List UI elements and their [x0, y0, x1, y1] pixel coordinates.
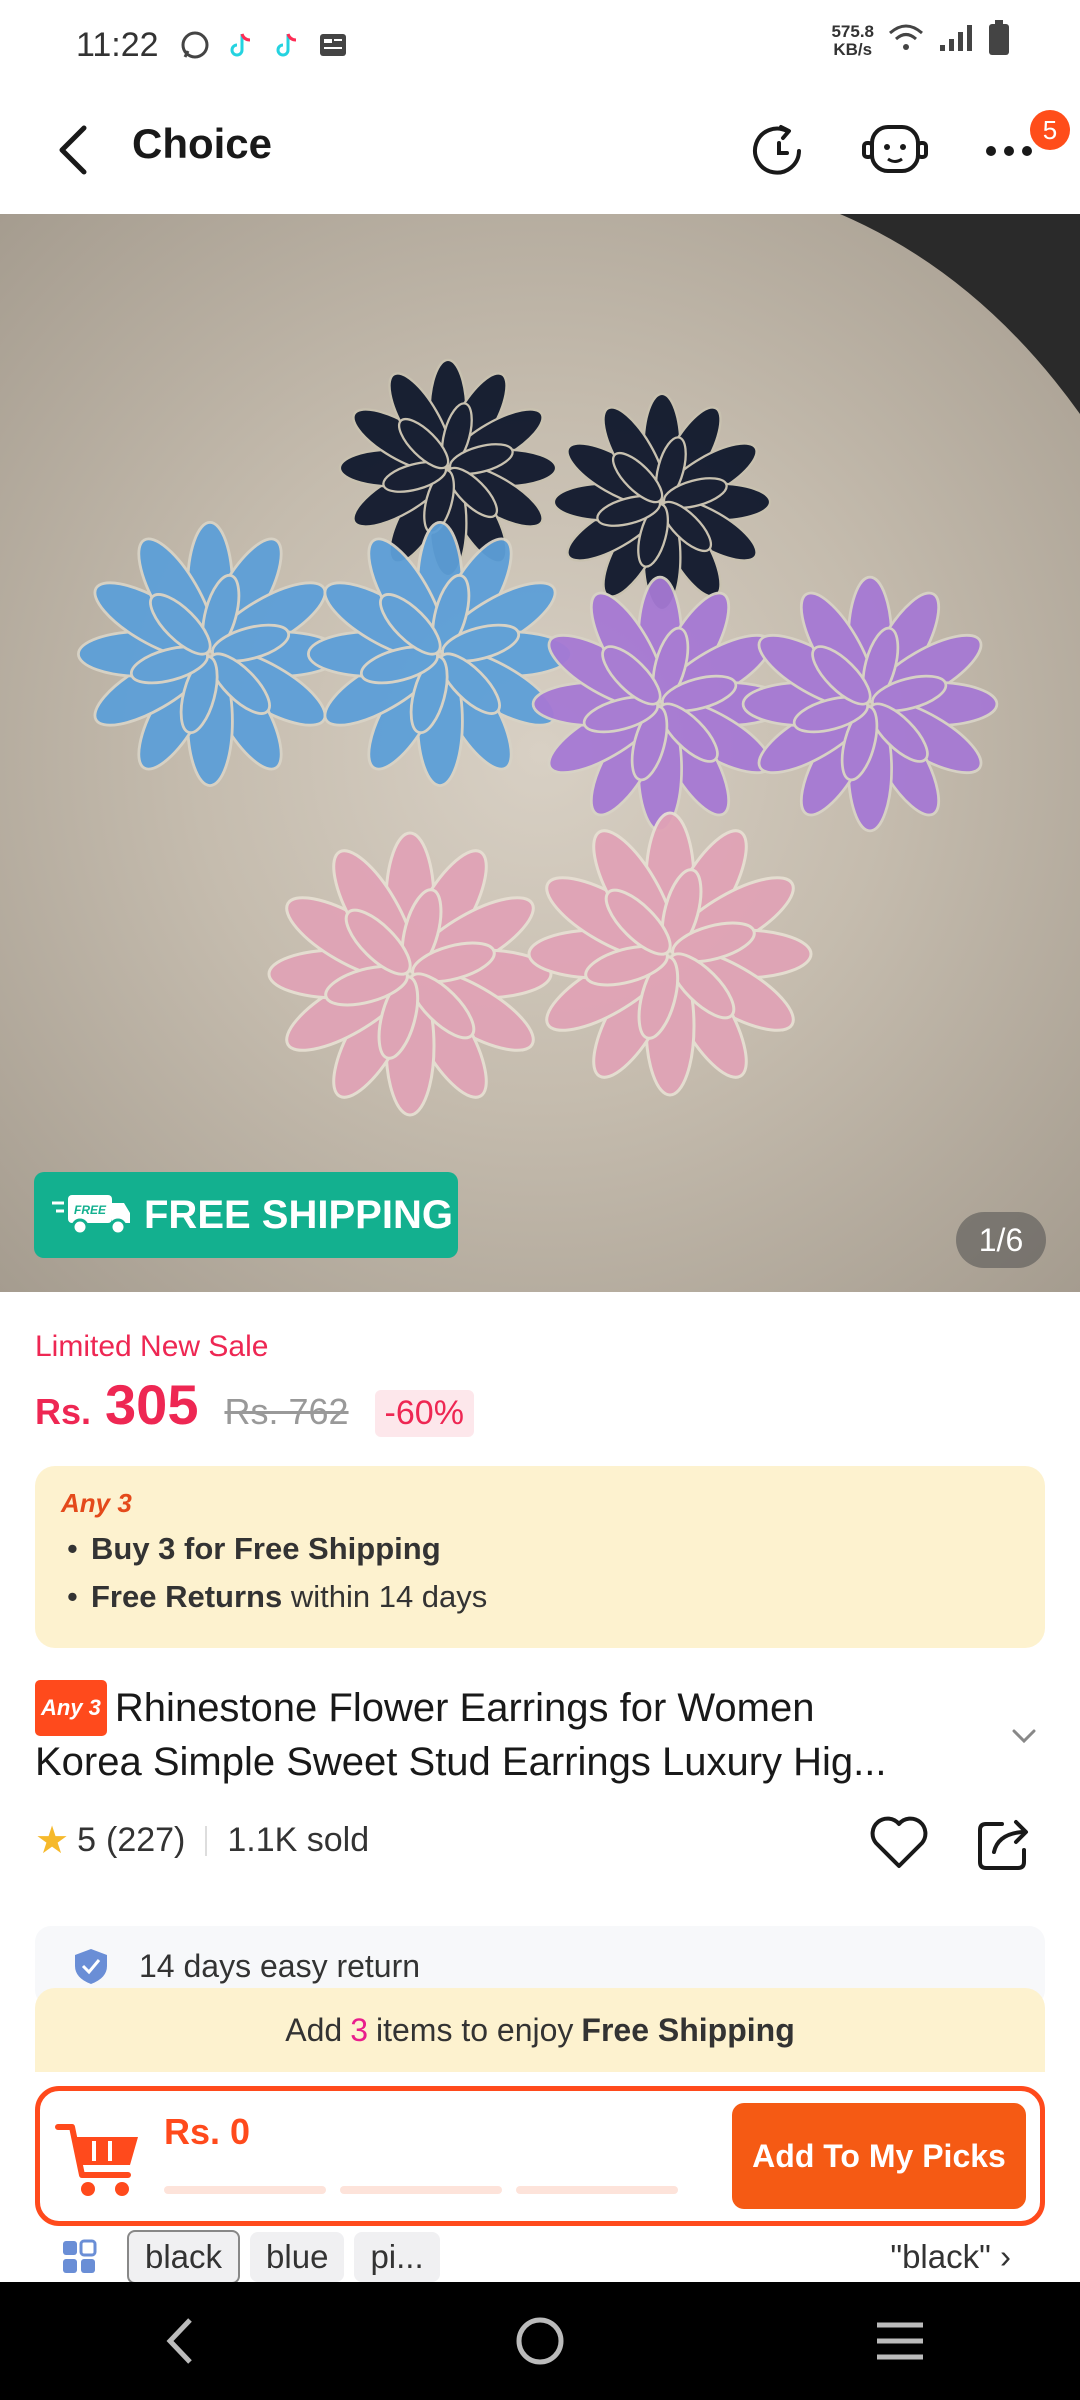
selected-sku[interactable]: "black" › — [890, 2238, 1011, 2276]
whatsapp-icon — [179, 29, 211, 61]
wifi-icon — [888, 23, 924, 58]
chevron-left-icon — [59, 125, 87, 175]
sku-chip-black[interactable]: black — [127, 2230, 241, 2284]
image-counter: 1/6 — [956, 1212, 1046, 1268]
shopping-cart-icon — [55, 2124, 138, 2196]
rating-score: 5 — [77, 1821, 96, 1859]
progress-segment — [164, 2186, 326, 2194]
home-circle-icon — [516, 2317, 564, 2365]
system-home-button[interactable] — [500, 2301, 580, 2381]
sale-label: Limited New Sale — [35, 1330, 269, 1363]
menu-lines-icon — [877, 2322, 923, 2360]
history-icon — [753, 125, 801, 175]
system-back-button[interactable] — [140, 2301, 220, 2381]
status-time: 11:22 — [76, 25, 159, 64]
tiktok-icon — [271, 29, 303, 61]
cart-amount: Rs. 0 — [164, 2111, 251, 2152]
banner-item-count: 3 — [350, 2011, 368, 2048]
heart-icon — [870, 1816, 928, 1868]
free-truck-text: FREE — [74, 1203, 107, 1217]
easy-return-text: 14 days easy return — [139, 1947, 421, 1984]
product-photo — [77, 214, 1080, 1117]
promo-line-shipping: Buy 3 for Free Shipping — [61, 1531, 1019, 1567]
progress-segment — [516, 2186, 678, 2194]
network-speed-unit: KB/s — [833, 39, 873, 59]
network-speed: 575.8 KB/s — [831, 21, 874, 59]
back-button[interactable] — [44, 120, 104, 180]
discount-badge: -60% — [374, 1390, 474, 1437]
free-shipping-banner: Add 3 items to enjoy Free Shipping — [35, 1988, 1045, 2072]
page-title: Choice — [132, 120, 273, 167]
sold-count: 1.1K sold — [227, 1821, 370, 1859]
current-price: 305 — [105, 1373, 199, 1436]
price-row: Rs. 305 Rs. 762 -60% — [35, 1372, 474, 1437]
notification-badge: 5 — [1030, 110, 1070, 150]
system-indicators: 575.8 KB/s — [831, 20, 1010, 61]
status-bar: 11:22 575.8 KB/s — [0, 0, 1080, 90]
sku-selector[interactable]: black blue pi... "black" › — [35, 2226, 1045, 2288]
shield-check-icon — [75, 1949, 107, 1984]
any-tag: Any 3 — [35, 1680, 107, 1736]
history-button[interactable] — [744, 116, 814, 186]
product-title-line2: Korea Simple Sweet Stud Earrings Luxury … — [35, 1740, 887, 1784]
selected-sku-value: "black" — [890, 2238, 991, 2275]
promotion-box[interactable]: Any 3 Buy 3 for Free Shipping Free Retur… — [35, 1466, 1045, 1648]
progress-segment — [340, 2186, 502, 2194]
product-title[interactable]: Any 3 Rhinestone Flower Earrings for Wome… — [35, 1680, 995, 1788]
banner-bold-text: Free Shipping — [581, 2011, 795, 2048]
more-icon — [986, 146, 1032, 156]
back-arrow-icon — [166, 2318, 192, 2364]
free-shipping-label: FREE SHIPPING — [144, 1192, 453, 1237]
promo-shipping-text: Buy 3 for Free Shipping — [91, 1531, 441, 1566]
banner-middle-text: items to enjoy — [375, 2011, 574, 2048]
share-icon — [978, 1820, 1028, 1870]
customer-service-icon — [862, 125, 928, 173]
promo-line-returns: Free Returns within 14 days — [61, 1579, 1019, 1615]
grid-icon — [63, 2239, 97, 2273]
customer-service-button[interactable] — [860, 116, 930, 186]
delivery-truck-icon: FREE — [52, 1195, 130, 1236]
top-navigation: Choice 5 — [0, 90, 1080, 214]
picks-cart-bar[interactable]: Rs. 0 Add To My Picks — [35, 2086, 1045, 2226]
wishlist-button[interactable] — [866, 1810, 932, 1876]
add-to-picks-button[interactable]: Add To My Picks — [732, 2103, 1026, 2209]
system-navigation-bar — [0, 2282, 1080, 2400]
promo-tag: Any 3 — [61, 1488, 132, 1518]
review-count: (227) — [106, 1821, 186, 1859]
system-recents-button[interactable] — [860, 2301, 940, 2381]
network-speed-value: 575.8 — [831, 21, 874, 41]
original-price: Rs. 762 — [224, 1391, 349, 1432]
promo-returns-bold: Free Returns — [91, 1579, 283, 1614]
product-image-gallery[interactable]: FREE FREE SHIPPING 1/6 — [0, 214, 1080, 1292]
notification-icons — [179, 29, 349, 61]
price-currency: Rs. — [35, 1391, 92, 1432]
star-icon: ★ — [35, 1820, 70, 1862]
signal-icon — [938, 23, 974, 58]
promo-returns-text: within 14 days — [282, 1579, 488, 1614]
free-shipping-tag: FREE FREE SHIPPING — [34, 1172, 458, 1258]
share-button[interactable] — [972, 1810, 1038, 1876]
sku-chip-pink[interactable]: pi... — [354, 2232, 440, 2282]
divider — [205, 1825, 208, 1856]
rating-row[interactable]: ★ 5 (227) 1.1K sold — [35, 1818, 369, 1863]
banner-prefix: Add — [285, 2011, 343, 2048]
news-icon — [317, 29, 349, 61]
product-title-line1: Rhinestone Flower Earrings for Women — [114, 1686, 815, 1730]
tiktok-icon — [225, 29, 257, 61]
chevron-down-icon[interactable] — [1004, 1716, 1044, 1756]
sku-chip-blue[interactable]: blue — [250, 2232, 345, 2282]
battery-icon — [988, 20, 1010, 61]
